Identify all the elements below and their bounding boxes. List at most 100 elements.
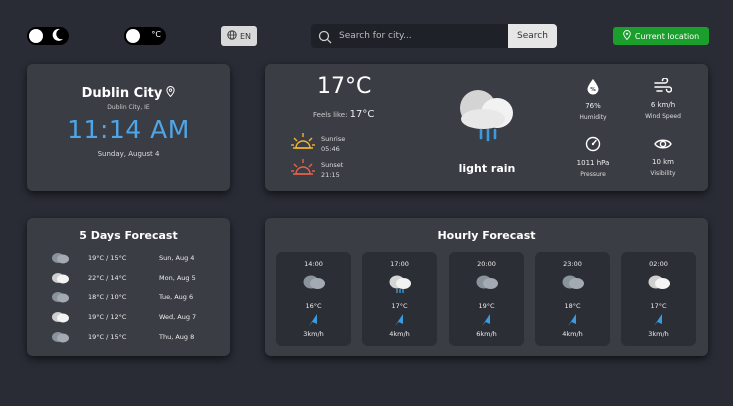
hourly-item: 14:00 16°C 3km/h: [276, 252, 351, 346]
current-location-label: Current location: [634, 31, 700, 41]
toggle-knob: [126, 29, 140, 43]
forecast-date: Mon, Aug 5: [159, 274, 196, 282]
forecast-row: 19°C / 15°C Sun, Aug 4: [27, 252, 230, 264]
forecast-row: 19°C / 12°C Wed, Aug 7: [27, 311, 230, 323]
light-cloud-icon: [50, 272, 70, 286]
language-button[interactable]: EN: [221, 26, 257, 46]
dark-cloud-icon: [50, 252, 70, 266]
dark-cloud-icon: [50, 291, 70, 305]
location-pin-icon: [623, 30, 631, 42]
hourly-temp: 17°C: [391, 302, 408, 310]
visibility-label: Visibility: [650, 170, 676, 177]
feels-like: Feels like: 17°C: [313, 109, 374, 120]
visibility-value: 10 km: [651, 158, 674, 166]
current-temperature: 17°C: [317, 74, 372, 99]
five-day-forecast-card: 5 Days Forecast 19°C / 15°C Sun, Aug 4 2…: [27, 218, 230, 356]
toggle-knob: [29, 29, 43, 43]
unit-toggle[interactable]: °C: [124, 27, 166, 45]
wind-direction-icon: [306, 313, 320, 329]
dark-cloud-icon: [561, 274, 585, 292]
humidity-label: Humidity: [579, 114, 607, 121]
hourly-wind-speed: 4km/h: [389, 330, 410, 338]
local-time: 11:14 AM: [67, 115, 190, 144]
city-title: Dublin City: [27, 86, 230, 101]
city-subtitle: Dublin City, IE: [107, 104, 150, 111]
sunrise-label: Sunrise: [321, 135, 346, 143]
search-icon: [318, 29, 332, 48]
humidity-stat: % 76% Humidity: [561, 78, 625, 121]
hourly-title: Hourly Forecast: [437, 229, 536, 242]
wind-direction-icon: [392, 313, 406, 329]
hourly-time: 02:00: [649, 260, 668, 268]
sunrise-time: 05:46: [321, 145, 340, 153]
current-location-button[interactable]: Current location: [613, 27, 709, 45]
location-pin-icon: [166, 86, 175, 101]
svg-text:%: %: [590, 87, 596, 93]
hourly-temp: 18°C: [564, 302, 581, 310]
forecast-temp: 19°C / 15°C: [88, 254, 127, 262]
hourly-wind-speed: 4km/h: [562, 330, 583, 338]
hourly-item: 02:00 17°C 3km/h: [621, 252, 696, 346]
sunset-row: Sunset 21:15: [291, 158, 343, 182]
light-cloud-icon: [50, 311, 70, 325]
dark-cloud-icon: [475, 274, 499, 292]
search-button[interactable]: Search: [508, 24, 557, 48]
light-cloud-icon: [647, 274, 671, 292]
wind-stat: 6 km/h Wind Speed: [631, 77, 695, 120]
pressure-value: 1011 hPa: [576, 159, 610, 167]
forecast-date: Wed, Aug 7: [159, 313, 197, 321]
pressure-icon: [585, 136, 601, 156]
dark-cloud-icon: [50, 331, 70, 345]
feels-like-value: 17°C: [349, 109, 375, 120]
hourly-time: 20:00: [477, 260, 496, 268]
wind-direction-icon: [651, 313, 665, 329]
hourly-item: 20:00 19°C 6km/h: [449, 252, 524, 346]
sunrise-icon: [291, 132, 315, 156]
globe-icon: [227, 30, 237, 42]
sunrise-row: Sunrise 05:46: [291, 132, 345, 156]
hourly-time: 23:00: [563, 260, 582, 268]
hourly-time: 17:00: [390, 260, 409, 268]
wind-direction-icon: [479, 313, 493, 329]
wind-icon: [654, 77, 673, 98]
wind-direction-icon: [565, 313, 579, 329]
forecast-title: 5 Days Forecast: [79, 229, 178, 242]
forecast-temp: 19°C / 12°C: [88, 313, 127, 321]
current-weather-card: 17°C Feels like: 17°C Sunrise 05:46 Suns…: [265, 64, 708, 191]
visibility-stat: 10 km Visibility: [631, 136, 695, 177]
forecast-temp: 22°C / 14°C: [88, 274, 127, 282]
forecast-row: 22°C / 14°C Mon, Aug 5: [27, 272, 230, 284]
hourly-forecast-card: Hourly Forecast 14:00 16°C 3km/h 17:00 1…: [265, 218, 708, 356]
forecast-temp: 18°C / 10°C: [88, 293, 127, 301]
hourly-item: 17:00 17°C 4km/h: [362, 252, 437, 346]
hourly-wind-speed: 3km/h: [648, 330, 669, 338]
forecast-date: Thu, Aug 8: [159, 333, 195, 341]
hourly-item: 23:00 18°C 4km/h: [535, 252, 610, 346]
search-bar: Search: [311, 24, 557, 48]
forecast-date: Tue, Aug 6: [159, 293, 194, 301]
forecast-row: 19°C / 15°C Thu, Aug 8: [27, 331, 230, 343]
sunset-time: 21:15: [321, 171, 340, 179]
hourly-temp: 17°C: [650, 302, 667, 310]
wind-speed-label: Wind Speed: [645, 113, 681, 120]
dark-cloud-icon: [302, 274, 326, 292]
hourly-wind-speed: 6km/h: [476, 330, 497, 338]
dark-mode-toggle[interactable]: [27, 27, 69, 45]
celsius-label: °C: [151, 30, 161, 39]
pressure-label: Pressure: [580, 171, 606, 178]
hourly-wind-speed: 3km/h: [303, 330, 324, 338]
hourly-time: 14:00: [304, 260, 323, 268]
visibility-icon: [654, 136, 672, 155]
city-card: Dublin City Dublin City, IE 11:14 AM Sun…: [27, 64, 230, 191]
sunset-icon: [291, 158, 315, 182]
sunset-label: Sunset: [321, 161, 344, 169]
hourly-temp: 19°C: [478, 302, 495, 310]
hourly-temp: 16°C: [305, 302, 322, 310]
rain-cloud-icon: [388, 274, 412, 296]
search-input[interactable]: [339, 24, 507, 48]
humidity-value: 76%: [585, 102, 601, 110]
weather-condition: light rain: [458, 162, 516, 175]
forecast-temp: 19°C / 15°C: [88, 333, 127, 341]
feels-like-label: Feels like:: [313, 111, 348, 119]
city-name: Dublin City: [81, 86, 163, 101]
